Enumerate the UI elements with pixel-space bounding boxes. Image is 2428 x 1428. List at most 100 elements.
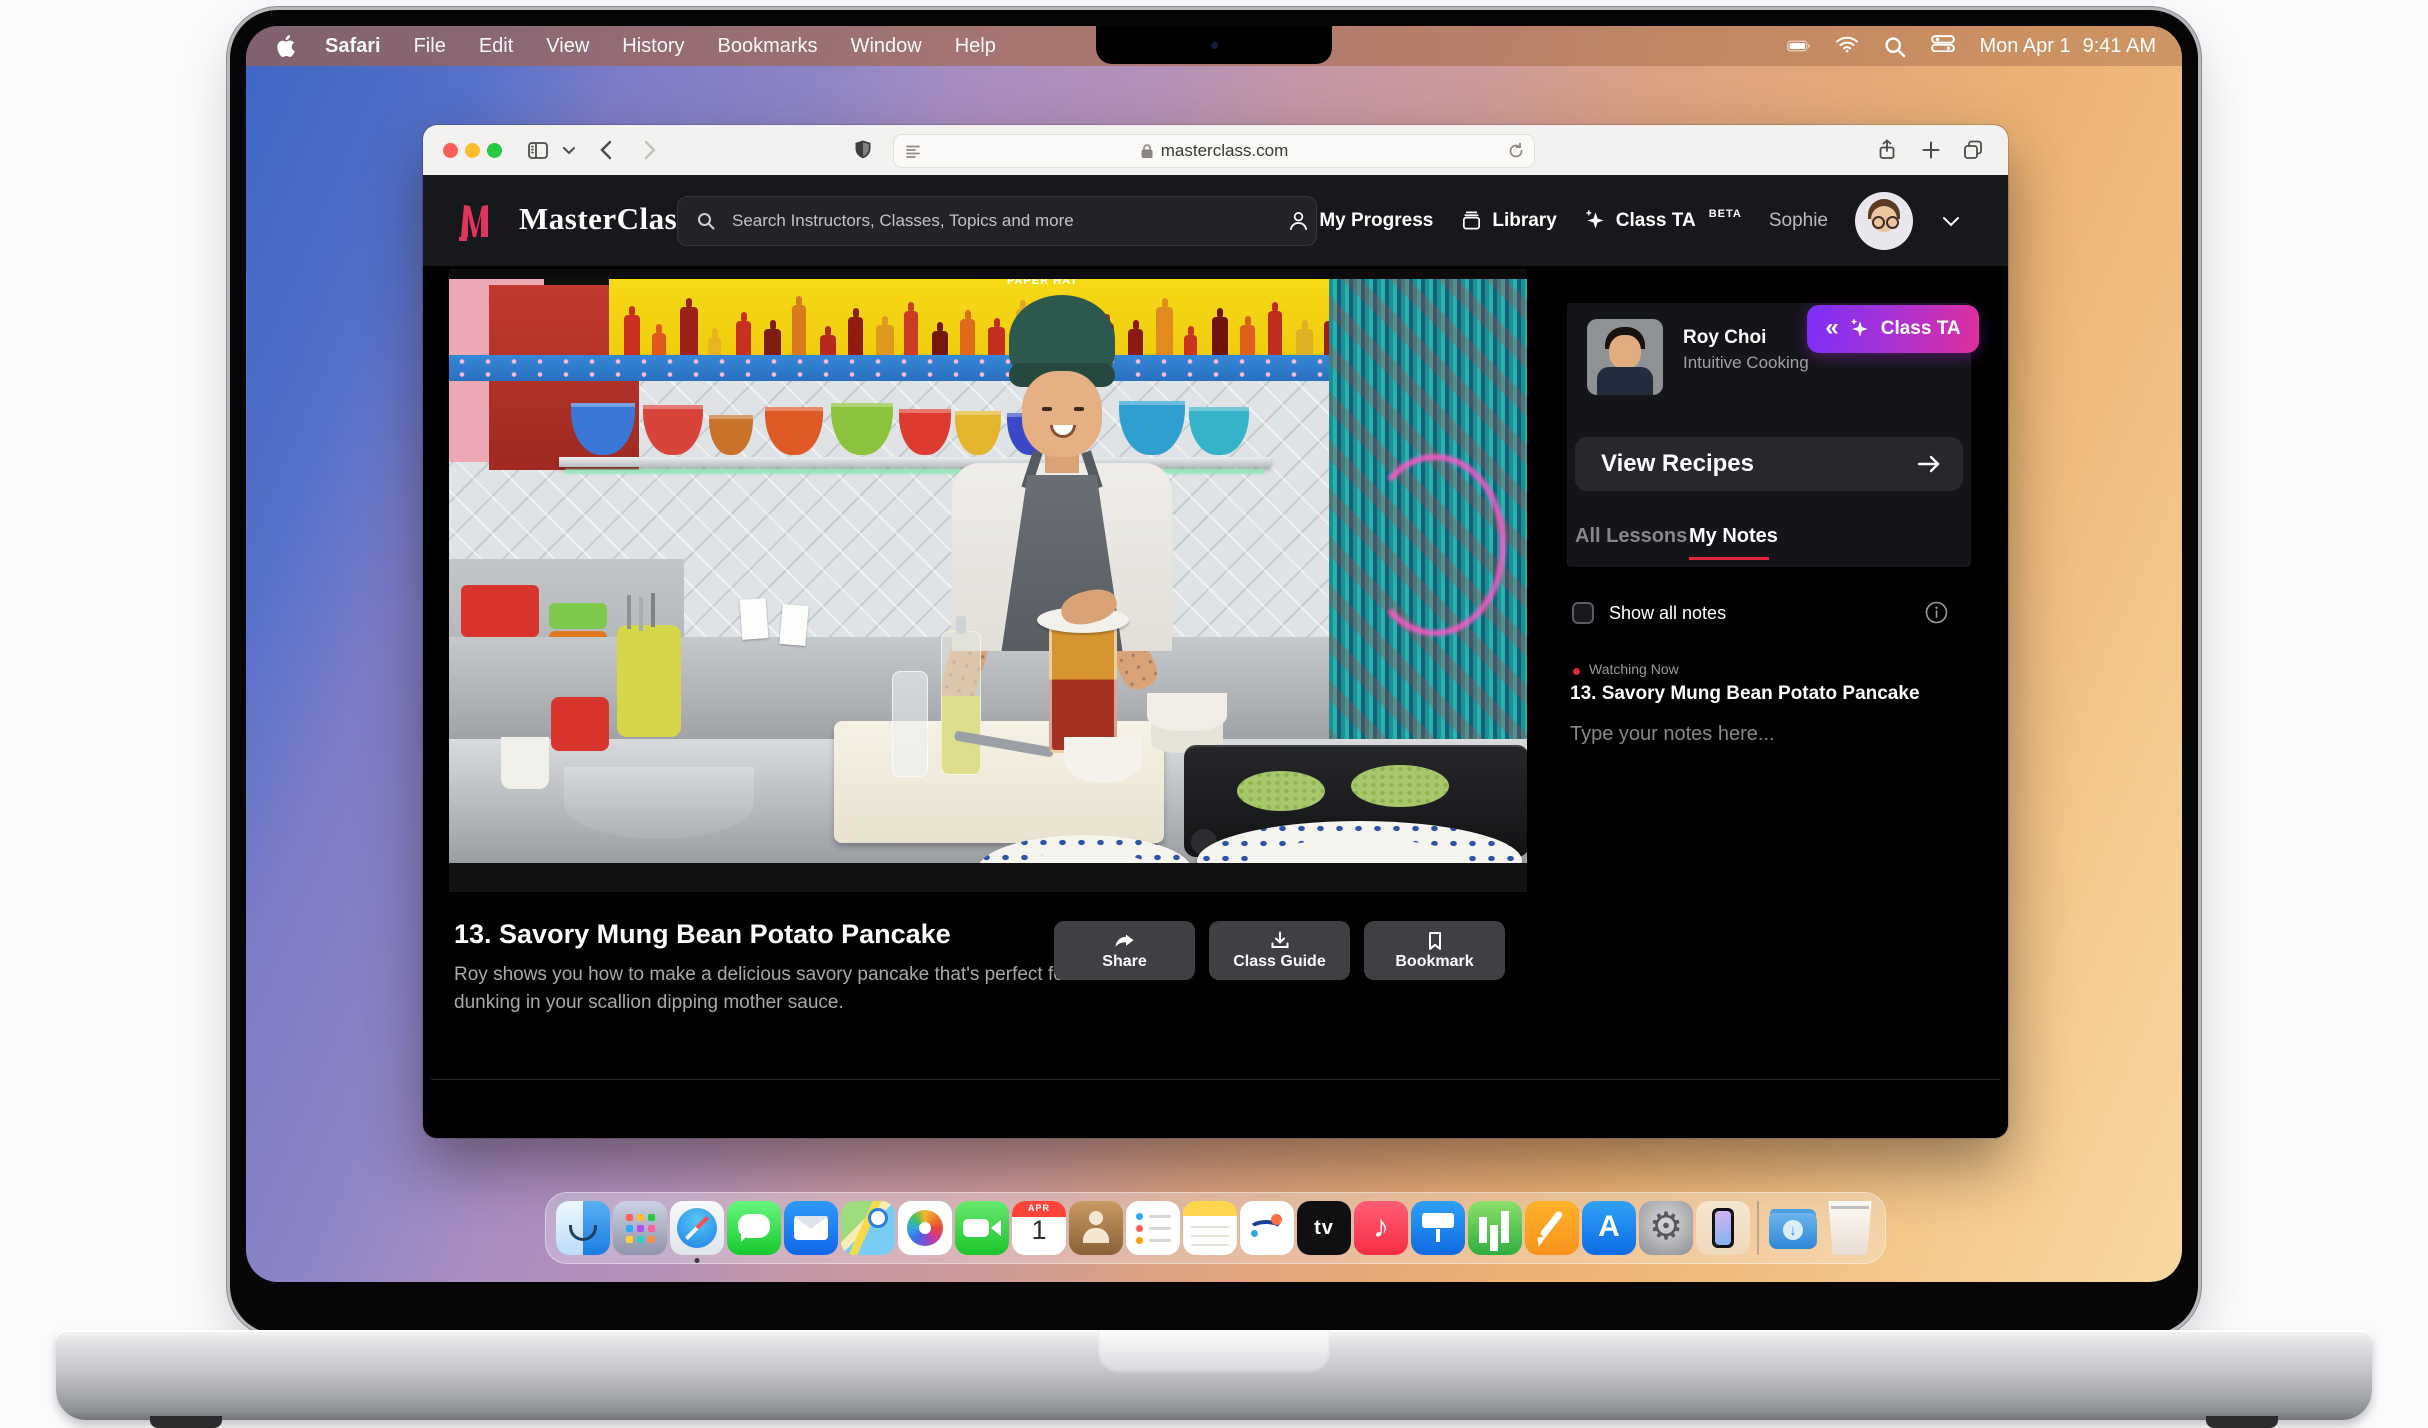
instructor-name: Roy Choi bbox=[1683, 327, 1766, 349]
new-tab-icon[interactable] bbox=[1919, 138, 1943, 162]
battery-icon[interactable] bbox=[1787, 35, 1811, 57]
masterclass-logo-icon[interactable] bbox=[458, 199, 504, 243]
dock-icon-calendar[interactable]: APR1 bbox=[1012, 1201, 1066, 1255]
dock-icon-pages[interactable] bbox=[1525, 1201, 1579, 1255]
active-tab-underline bbox=[1689, 557, 1769, 560]
reload-icon[interactable] bbox=[1507, 142, 1525, 160]
menu-item-file[interactable]: File bbox=[414, 35, 446, 57]
apple-menu-icon[interactable] bbox=[276, 35, 295, 57]
macbook-foot bbox=[150, 1416, 222, 1428]
tab-overview-icon[interactable] bbox=[1961, 138, 1985, 162]
menu-item-window[interactable]: Window bbox=[851, 35, 922, 57]
share-icon[interactable] bbox=[1875, 138, 1899, 162]
menu-item-view[interactable]: View bbox=[546, 35, 589, 57]
account-chevron-down-icon[interactable] bbox=[1940, 210, 1962, 232]
minimize-window-button[interactable] bbox=[465, 143, 480, 158]
back-button[interactable] bbox=[595, 138, 619, 162]
brand-wordmark[interactable]: MasterClass bbox=[519, 201, 690, 237]
dock-icon-reminders[interactable] bbox=[1126, 1201, 1180, 1255]
watching-now-label: Watching Now bbox=[1589, 661, 1679, 677]
collapse-chevrons-icon: « bbox=[1825, 316, 1838, 340]
menu-bar-left: Safari File Edit View History Bookmarks Window… bbox=[276, 35, 1787, 58]
info-icon[interactable] bbox=[1925, 601, 1948, 624]
dock-icon-launchpad[interactable] bbox=[613, 1201, 667, 1255]
dock-icon-numbers[interactable] bbox=[1468, 1201, 1522, 1255]
dock-icon-finder[interactable] bbox=[556, 1201, 610, 1255]
class-ta-button[interactable]: « Class TA bbox=[1807, 305, 1979, 353]
tab-my-notes[interactable]: My Notes bbox=[1689, 525, 1778, 548]
sparkle-icon bbox=[1584, 209, 1607, 232]
close-window-button[interactable] bbox=[443, 143, 458, 158]
bookmark-button[interactable]: Bookmark bbox=[1364, 921, 1505, 980]
spotlight-search-icon[interactable] bbox=[1883, 35, 1907, 57]
lock-icon bbox=[1140, 143, 1154, 159]
dock-icon-contacts[interactable] bbox=[1069, 1201, 1123, 1255]
notes-lesson-title: 13. Savory Mung Bean Potato Pancake bbox=[1570, 683, 1920, 705]
dock-icon-appstore[interactable] bbox=[1582, 1201, 1636, 1255]
arrow-right-icon bbox=[1915, 450, 1943, 478]
dock-icon-freeform[interactable] bbox=[1240, 1201, 1294, 1255]
macos-display: Safari File Edit View History Bookmarks Window… bbox=[246, 26, 2182, 1282]
menu-item-edit[interactable]: Edit bbox=[479, 35, 513, 57]
lid-notch bbox=[1098, 1330, 1330, 1374]
chevron-down-icon[interactable] bbox=[561, 142, 577, 158]
search-input[interactable] bbox=[730, 210, 1298, 232]
privacy-shield-icon[interactable] bbox=[851, 138, 875, 162]
class-guide-button[interactable]: Class Guide bbox=[1209, 921, 1350, 980]
dock-icon-downloads[interactable] bbox=[1766, 1201, 1820, 1255]
time-label: 9:41 AM bbox=[2083, 35, 2156, 58]
dock-icon-keynote[interactable] bbox=[1411, 1201, 1465, 1255]
dock-icon-trash[interactable] bbox=[1823, 1201, 1877, 1255]
address-bar[interactable]: masterclass.com bbox=[893, 134, 1535, 168]
menu-item-help[interactable]: Help bbox=[955, 35, 996, 57]
menu-bar-status: Mon Apr 1 9:41 AM bbox=[1787, 35, 2156, 58]
person-icon bbox=[1287, 209, 1310, 232]
dock-icon-safari[interactable] bbox=[670, 1201, 724, 1255]
display-notch bbox=[1096, 26, 1332, 64]
dock-icon-messages[interactable] bbox=[727, 1201, 781, 1255]
page-settings-icon[interactable] bbox=[904, 142, 922, 160]
dock-icon-notes[interactable] bbox=[1183, 1201, 1237, 1255]
safari-window: masterclass.com bbox=[423, 125, 2008, 1138]
dock-icon-mail[interactable] bbox=[784, 1201, 838, 1255]
nav-my-progress[interactable]: My Progress bbox=[1287, 209, 1433, 232]
course-title: Intuitive Cooking bbox=[1683, 353, 1809, 373]
share-button[interactable]: Share bbox=[1054, 921, 1195, 980]
safari-toolbar: masterclass.com bbox=[423, 125, 2008, 176]
lesson-description: Roy shows you how to make a delicious sa… bbox=[454, 961, 1074, 1017]
dock-icon-music[interactable] bbox=[1354, 1201, 1408, 1255]
menu-item-bookmarks[interactable]: Bookmarks bbox=[718, 35, 818, 57]
video-player[interactable]: PAPER HAT RC bbox=[449, 269, 1527, 892]
zoom-window-button[interactable] bbox=[487, 143, 502, 158]
menu-bar-clock: Mon Apr 1 9:41 AM bbox=[1979, 35, 2156, 58]
wifi-icon[interactable] bbox=[1835, 35, 1859, 57]
dock-icon-appletv[interactable]: tv bbox=[1297, 1201, 1351, 1255]
view-recipes-button[interactable]: View Recipes bbox=[1575, 437, 1963, 491]
library-icon bbox=[1460, 209, 1483, 232]
menu-item-safari[interactable]: Safari bbox=[325, 35, 381, 57]
show-all-notes-label: Show all notes bbox=[1609, 603, 1726, 624]
dock-icon-facetime[interactable] bbox=[955, 1201, 1009, 1255]
macbook-base bbox=[56, 1330, 2372, 1420]
dock-icon-iphone[interactable] bbox=[1696, 1201, 1750, 1255]
site-search[interactable] bbox=[677, 196, 1317, 246]
notes-input[interactable]: Type your notes here... bbox=[1570, 723, 1775, 746]
forward-button[interactable] bbox=[637, 138, 661, 162]
date-label: Mon Apr 1 bbox=[1979, 35, 2070, 58]
dock-icon-settings[interactable] bbox=[1639, 1201, 1693, 1255]
control-center-icon[interactable] bbox=[1931, 35, 1955, 57]
dock-icon-maps[interactable] bbox=[841, 1201, 895, 1255]
sidebar-toggle-icon[interactable] bbox=[526, 138, 550, 162]
nav-library[interactable]: Library bbox=[1460, 209, 1556, 232]
macbook-foot bbox=[2206, 1416, 2278, 1428]
dock-separator bbox=[1757, 1201, 1759, 1255]
show-all-notes-checkbox[interactable] bbox=[1572, 602, 1594, 624]
nav-class-ta[interactable]: Class TABETA bbox=[1584, 209, 1742, 232]
masterclass-page: MasterClass My Progress bbox=[423, 175, 2008, 1138]
account-avatar[interactable] bbox=[1855, 192, 1913, 250]
account-name[interactable]: Sophie bbox=[1769, 210, 1828, 232]
instructor-avatar bbox=[1587, 319, 1663, 395]
tab-all-lessons[interactable]: All Lessons bbox=[1575, 525, 1687, 548]
menu-item-history[interactable]: History bbox=[622, 35, 684, 57]
dock-icon-photos[interactable] bbox=[898, 1201, 952, 1255]
